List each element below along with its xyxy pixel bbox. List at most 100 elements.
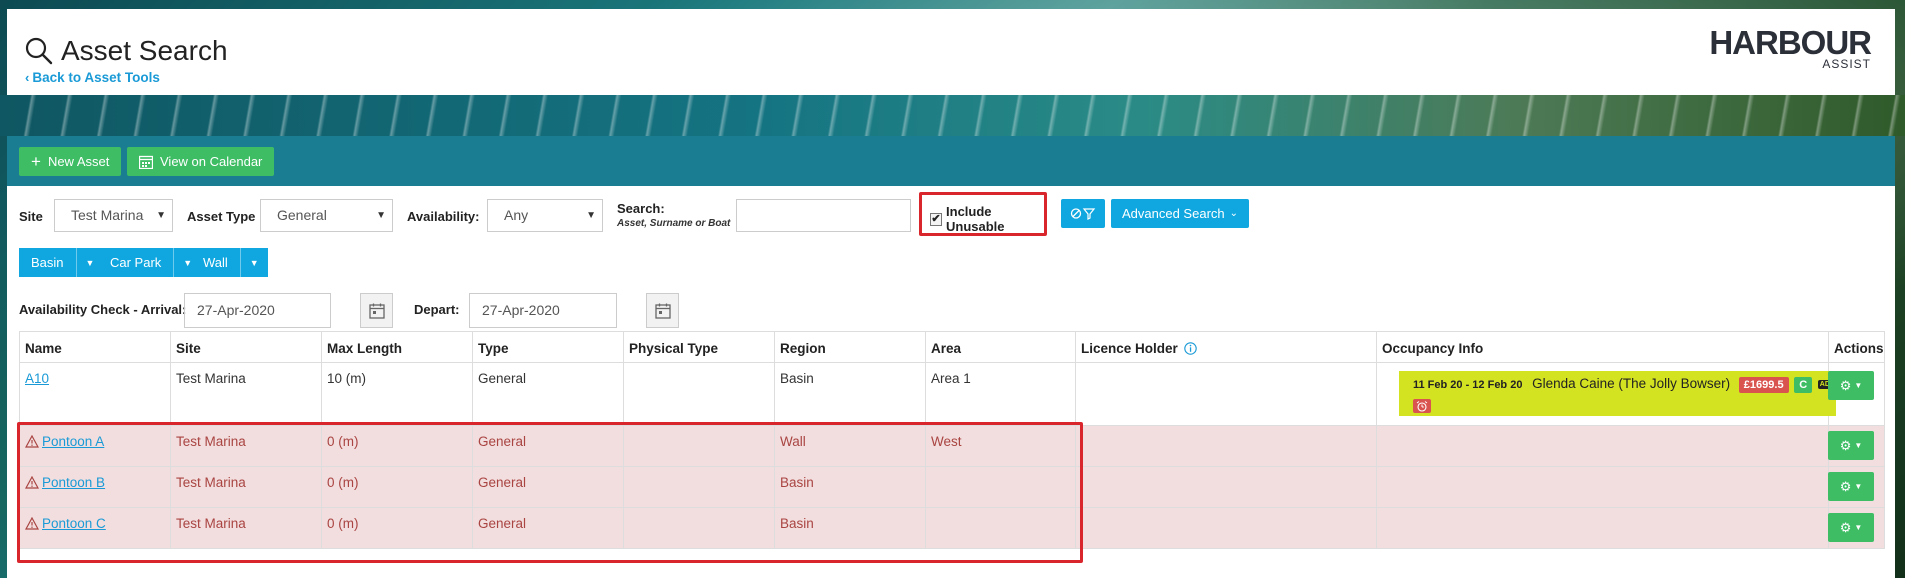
type-cell: General	[473, 467, 624, 507]
asset-type-select-value: General	[277, 207, 327, 223]
column-header-licence-holder[interactable]: Licence Holder	[1076, 332, 1377, 362]
licence-holder-cell	[1076, 426, 1377, 466]
asset-name-link[interactable]: A10	[25, 371, 49, 386]
occupancy-info-cell	[1377, 467, 1829, 507]
results-table-header: Name Site Max Length Type Physical Type …	[19, 331, 1885, 363]
table-row: A10 Test Marina 10 (m) General Basin Are…	[19, 363, 1885, 426]
advanced-search-button[interactable]: Advanced Search ⌄	[1111, 199, 1250, 228]
table-row-unusable: Pontoon B Test Marina 0 (m) General Basi…	[19, 467, 1885, 508]
asset-name-link[interactable]: Pontoon C	[42, 516, 106, 531]
booking-dates: 11 Feb 20 - 12 Feb 20	[1413, 379, 1523, 391]
max-length-cell: 0 (m)	[322, 508, 473, 548]
caret-down-icon: ▼	[1854, 482, 1863, 491]
action-toolbar: + New Asset View on Calendar	[7, 136, 1895, 186]
licence-holder-cell	[1076, 467, 1377, 507]
row-actions-button[interactable]: ⚙ ▼	[1828, 431, 1874, 460]
site-select[interactable]: Test Marina ▼	[54, 199, 173, 232]
area-cell: West	[926, 426, 1076, 466]
physical-type-cell	[624, 363, 775, 425]
region-cell: Basin	[775, 363, 926, 425]
calendar-icon	[368, 303, 385, 319]
gear-icon: ⚙	[1839, 377, 1852, 393]
back-to-asset-tools-link[interactable]: ‹ Back to Asset Tools	[25, 70, 160, 85]
availability-select-value: Any	[504, 207, 529, 223]
new-asset-label: New Asset	[47, 154, 110, 169]
occupancy-info-cell	[1377, 426, 1829, 466]
availability-select[interactable]: Any ▼	[487, 199, 603, 232]
licence-holder-header-label: Licence Holder	[1081, 341, 1178, 356]
occupancy-booking[interactable]: 11 Feb 20 - 12 Feb 20 Glenda Caine (The …	[1399, 371, 1836, 416]
licence-holder-cell	[1076, 363, 1377, 425]
column-header-occupancy-info[interactable]: Occupancy Info	[1377, 332, 1829, 362]
back-link-label: Back to Asset Tools	[32, 70, 160, 85]
calendar-icon	[654, 303, 671, 319]
page-header: Asset Search ‹ Back to Asset Tools HARBO…	[7, 9, 1895, 95]
region-button-wall[interactable]: Wall ▼	[191, 248, 268, 277]
arrival-date-input[interactable]: 27-Apr-2020	[184, 293, 331, 328]
region-button-basin[interactable]: Basin ▼	[19, 248, 104, 277]
view-on-calendar-button[interactable]: View on Calendar	[127, 147, 275, 176]
chevron-left-icon: ‹	[25, 70, 30, 85]
search-input[interactable]	[736, 199, 911, 232]
gear-icon: ⚙	[1839, 519, 1852, 535]
column-header-type[interactable]: Type	[473, 332, 624, 362]
asset-name-cell: Pontoon C	[20, 508, 171, 548]
region-cell: Basin	[775, 508, 926, 548]
column-header-physical-type[interactable]: Physical Type	[624, 332, 775, 362]
warning-icon	[25, 517, 39, 530]
clear-filter-button[interactable]	[1061, 199, 1105, 228]
asset-name-link[interactable]: Pontoon A	[42, 434, 104, 449]
new-asset-button[interactable]: + New Asset	[19, 147, 122, 176]
depart-date-input[interactable]: 27-Apr-2020	[469, 293, 617, 328]
search-label-group: Search: Asset, Surname or Boat	[617, 201, 730, 229]
caret-down-icon: ▼	[156, 210, 166, 221]
table-row-unusable: Pontoon A Test Marina 0 (m) General Wall…	[19, 426, 1885, 467]
site-cell: Test Marina	[171, 508, 322, 548]
area-cell	[926, 467, 1076, 507]
column-header-area[interactable]: Area	[926, 332, 1076, 362]
physical-type-cell	[624, 508, 775, 548]
asset-type-select[interactable]: General ▼	[260, 199, 393, 232]
view-on-calendar-label: View on Calendar	[160, 154, 263, 169]
warning-icon	[25, 476, 39, 489]
search-label: Search:	[617, 201, 665, 216]
region-button-car-park[interactable]: Car Park ▼	[98, 248, 202, 277]
depart-calendar-button[interactable]	[646, 293, 679, 328]
row-actions-button[interactable]: ⚙ ▼	[1828, 371, 1874, 400]
region-cell: Basin	[775, 467, 926, 507]
harbour-assist-logo: HARBOUR ASSIST	[1709, 24, 1872, 70]
depart-label: Depart:	[414, 302, 460, 317]
asset-name-link[interactable]: Pontoon B	[42, 475, 105, 490]
include-unusable-checkbox[interactable]: ✔	[930, 212, 943, 226]
status-badge: C	[1794, 377, 1813, 393]
row-actions-button[interactable]: ⚙ ▼	[1828, 513, 1874, 542]
alarm-icon	[1413, 399, 1431, 413]
max-length-cell: 0 (m)	[322, 467, 473, 507]
region-button-label: Basin	[31, 255, 64, 270]
type-cell: General	[473, 363, 624, 425]
booking-customer: Glenda Caine (The Jolly Bowser)	[1532, 376, 1731, 391]
region-button-label: Wall	[203, 255, 228, 270]
availability-label: Availability:	[407, 209, 480, 224]
row-actions-button[interactable]: ⚙ ▼	[1828, 472, 1874, 501]
physical-type-cell	[624, 467, 775, 507]
column-header-name[interactable]: Name	[20, 332, 171, 362]
include-unusable-toggle: ✔ Include Unusable	[930, 204, 1044, 234]
logo-main: HARBOUR	[1709, 24, 1872, 61]
column-header-max-length[interactable]: Max Length	[322, 332, 473, 362]
site-cell: Test Marina	[171, 363, 322, 425]
info-icon[interactable]	[1183, 342, 1197, 355]
max-length-cell: 10 (m)	[322, 363, 473, 425]
plus-icon: +	[31, 152, 41, 171]
column-header-region[interactable]: Region	[775, 332, 926, 362]
caret-down-icon: ▼	[1854, 441, 1863, 450]
arrival-calendar-button[interactable]	[360, 293, 393, 328]
max-length-cell: 0 (m)	[322, 426, 473, 466]
caret-down-icon: ▼	[1854, 523, 1863, 532]
column-header-site[interactable]: Site	[171, 332, 322, 362]
warning-icon	[25, 435, 39, 448]
search-icon	[25, 37, 53, 65]
site-cell: Test Marina	[171, 426, 322, 466]
type-cell: General	[473, 426, 624, 466]
caret-down-icon[interactable]: ▼	[239, 248, 268, 277]
